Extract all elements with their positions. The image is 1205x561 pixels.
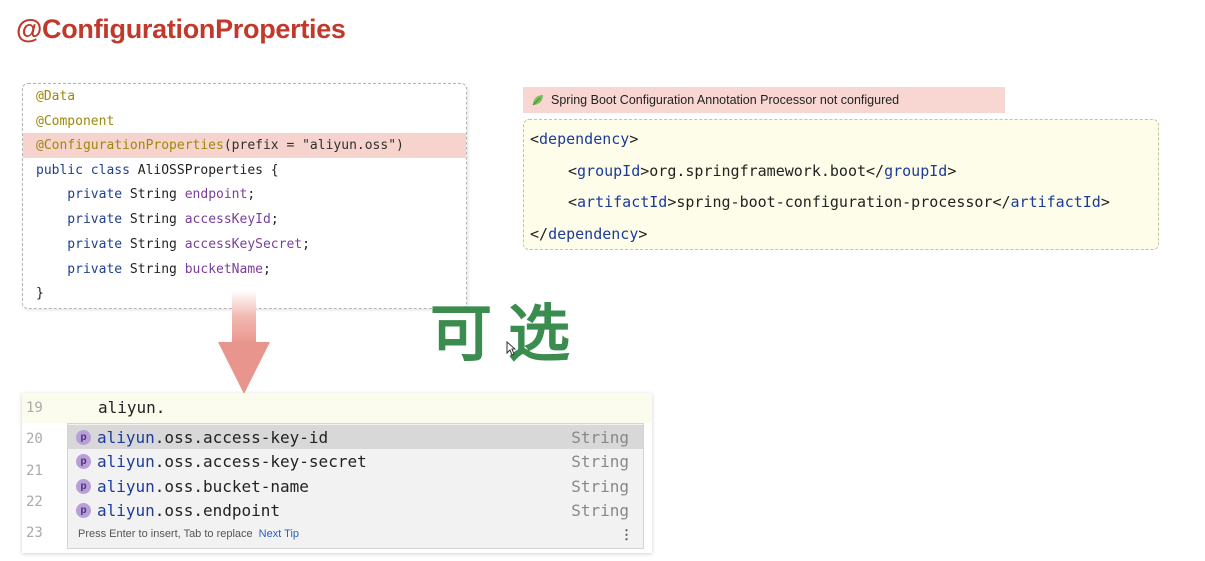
tag-dependency: dependency — [548, 225, 639, 243]
code-line: @Component — [23, 109, 466, 134]
completion-prefix: aliyun — [97, 476, 155, 496]
completion-item[interactable]: p aliyun .oss.bucket-name String — [68, 474, 643, 498]
optional-label: 可选 — [430, 297, 587, 370]
annotation-args: (prefix = "aliyun.oss") — [223, 138, 404, 153]
keyword: private — [36, 187, 130, 202]
completion-prefix: aliyun — [97, 500, 155, 520]
tag-artifactid: artifactId — [577, 193, 668, 211]
completion-type: String — [571, 451, 629, 471]
dep-close-line: </dependency> — [530, 223, 647, 245]
dep-group-line: <groupId>org.springframework.boot</group… — [568, 160, 956, 182]
close-lt: </ — [866, 162, 885, 180]
semicolon: ; — [263, 262, 271, 277]
line-number: 19 — [26, 400, 43, 416]
completion-footer: Press Enter to insert, Tab to replace Nex… — [78, 528, 299, 540]
gt: > — [638, 225, 648, 243]
lt: < — [530, 130, 540, 148]
completion-prefix: aliyun — [97, 427, 155, 447]
lt: < — [568, 162, 578, 180]
completion-type: String — [571, 476, 629, 496]
field: accessKeySecret — [184, 237, 303, 252]
code-line: private String accessKeyId; — [23, 207, 466, 232]
line-number: 20 — [26, 431, 43, 447]
semicolon: ; — [247, 187, 256, 202]
close-lt: </ — [530, 225, 549, 243]
property-icon: p — [76, 478, 91, 494]
property-icon: p — [76, 502, 91, 518]
tag-groupid: groupId — [884, 162, 948, 180]
semicolon: ; — [270, 212, 279, 227]
warning-text: Spring Boot Configuration Annotation Pro… — [551, 93, 900, 107]
artifact-value: spring-boot-configuration-processor — [676, 193, 993, 211]
completion-prefix: aliyun — [97, 451, 155, 471]
type: String — [129, 212, 185, 227]
property-icon: p — [76, 453, 91, 469]
type: String — [129, 187, 185, 202]
completion-rest: .oss.endpoint — [154, 500, 281, 520]
dep-open-line: <dependency> — [530, 128, 638, 150]
completion-rest: .oss.bucket-name — [154, 476, 309, 496]
gt: > — [629, 130, 639, 148]
field: endpoint — [184, 187, 248, 202]
keyword: private — [36, 237, 130, 252]
maven-dependency-snippet: <dependency> <groupId>org.springframewor… — [523, 119, 1159, 250]
page-title: @ConfigurationProperties — [16, 14, 346, 44]
down-arrow-icon — [218, 290, 270, 394]
mouse-cursor-icon — [506, 341, 516, 356]
field: bucketName — [184, 262, 263, 277]
code-editor[interactable]: 19 20 21 22 23 aliyun. p aliyun .oss.acce… — [22, 393, 652, 553]
field: accessKeyId — [184, 212, 271, 227]
code-line: private String accessKeySecret; — [23, 232, 466, 257]
completion-rest: .oss.access-key-id — [154, 427, 329, 447]
gt: > — [640, 162, 650, 180]
annotation-configuration-properties: @ConfigurationProperties — [36, 138, 224, 153]
code-line: private String endpoint; — [23, 182, 466, 207]
group-value: org.springframework.boot — [649, 162, 867, 180]
code-line: @Data — [23, 84, 466, 109]
completion-item[interactable]: p aliyun .oss.endpoint String — [68, 498, 643, 522]
completion-item[interactable]: p aliyun .oss.access-key-secret String — [68, 449, 643, 473]
code-line: private String bucketName; — [23, 257, 466, 282]
class-name: AliOSSProperties { — [137, 163, 279, 178]
completion-item[interactable]: p aliyun .oss.access-key-id String — [68, 425, 643, 449]
annotation-data: @Data — [36, 89, 76, 104]
keyword: public class — [36, 163, 138, 178]
dep-artifact-line: <artifactId>spring-boot-configuration-pr… — [568, 191, 1110, 213]
footer-hint: Press Enter to insert, Tab to replace — [78, 528, 253, 540]
semicolon: ; — [302, 237, 310, 252]
gt: > — [1100, 193, 1110, 211]
java-code-snippet: @Data @Component @ConfigurationPropertie… — [22, 83, 467, 309]
closing-brace: } — [36, 286, 44, 301]
completion-type: String — [571, 427, 629, 447]
lt: < — [568, 193, 578, 211]
typed-text[interactable]: aliyun. — [98, 398, 165, 417]
gt: > — [947, 162, 957, 180]
leaf-icon — [531, 93, 545, 107]
type: String — [129, 262, 185, 277]
keyword: private — [36, 212, 130, 227]
type: String — [129, 237, 185, 252]
next-tip-link[interactable]: Next Tip — [259, 528, 299, 540]
property-icon: p — [76, 429, 91, 445]
completion-type: String — [571, 500, 629, 520]
code-line: public class AliOSSProperties { — [23, 158, 466, 183]
keyword: private — [36, 262, 130, 277]
completion-popup: p aliyun .oss.access-key-id String p aliy… — [67, 423, 644, 549]
more-options-icon[interactable]: ⋮ — [620, 527, 633, 543]
close-lt: </ — [992, 193, 1011, 211]
line-number: 21 — [26, 463, 43, 479]
line-number: 22 — [26, 494, 43, 510]
completion-rest: .oss.access-key-secret — [154, 451, 367, 471]
annotation-component: @Component — [36, 114, 115, 129]
tag-dependency: dependency — [539, 130, 630, 148]
tag-groupid: groupId — [577, 162, 641, 180]
code-line-highlighted: @ConfigurationProperties(prefix = "aliyu… — [23, 133, 466, 158]
tag-artifactid: artifactId — [1010, 193, 1101, 211]
processor-warning-banner: Spring Boot Configuration Annotation Pro… — [523, 87, 1005, 113]
line-number: 23 — [26, 525, 43, 541]
